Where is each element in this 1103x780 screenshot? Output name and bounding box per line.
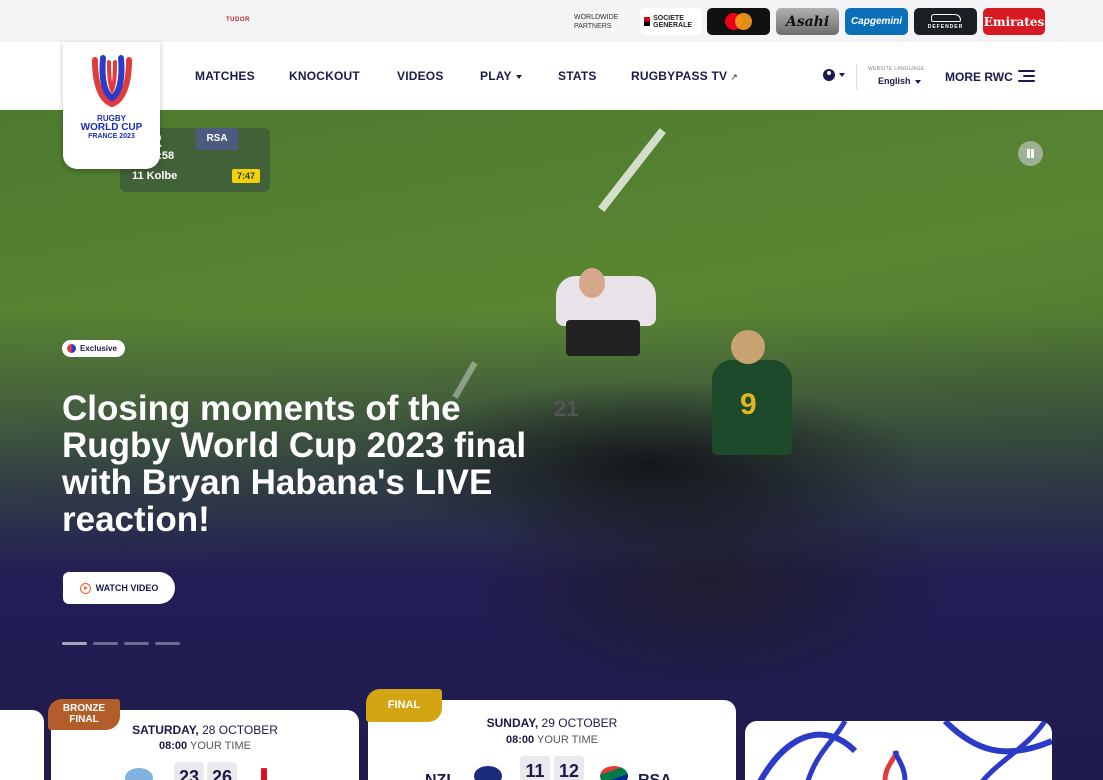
watch-video-button[interactable]: WATCH VIDEO	[63, 572, 175, 604]
match-time: 08:00 YOUR TIME	[159, 740, 251, 752]
chevron-down-icon	[839, 73, 845, 77]
match-date: SATURDAY, 28 OCTOBER	[132, 723, 278, 737]
societe-generale-logo[interactable]: SOCIETE GENERALE	[640, 8, 702, 35]
nav-rugbypass-tv[interactable]: RUGBYPASS TV ↗	[631, 69, 738, 83]
asahi-logo[interactable]: Asahi	[776, 8, 839, 35]
rwc-mini-logo-icon	[67, 344, 76, 353]
language-selector[interactable]: English	[878, 76, 921, 86]
emirates-logo[interactable]: Emirates	[983, 8, 1045, 35]
nav-matches[interactable]: MATCHES	[195, 69, 255, 83]
scorebug-clock: 7:47	[232, 169, 260, 183]
mastercard-logo[interactable]	[707, 8, 770, 35]
capgemini-logo[interactable]: Capgemini	[845, 8, 908, 35]
exclusive-badge: Exclusive	[62, 340, 125, 357]
car-icon	[930, 13, 961, 22]
rwc-pattern-graphic	[757, 721, 1052, 780]
external-link-icon: ↗	[730, 72, 738, 82]
jersey-number-nz: 21	[554, 396, 579, 421]
tudor-logo[interactable]: TUDOR	[226, 17, 250, 23]
carousel-indicators	[62, 642, 186, 645]
user-account-button[interactable]	[823, 69, 845, 81]
referee-shorts	[566, 320, 640, 356]
user-icon	[823, 69, 835, 81]
new-zealand-flag-icon	[474, 766, 502, 780]
south-africa-player-head	[731, 330, 765, 364]
scorebug-team: RSA	[196, 128, 238, 150]
match-card-previous[interactable]	[0, 710, 44, 780]
jersey-number-sa: 9	[740, 388, 757, 421]
score-away: 12	[554, 756, 584, 780]
carousel-dot[interactable]	[124, 642, 149, 645]
defender-logo[interactable]: DEFENDER	[914, 8, 977, 35]
nav-divider	[856, 64, 857, 90]
nav-stats[interactable]: STATS	[558, 69, 597, 83]
score-home: 23	[174, 762, 204, 780]
bronze-final-tag: BRONZE FINAL	[48, 699, 120, 730]
page: TUDOR WORLDWIDE PARTNERS SOCIETE GENERAL…	[0, 0, 1103, 780]
worldwide-partners-label: WORLDWIDE PARTNERS	[574, 14, 619, 30]
societe-generale-icon	[644, 17, 651, 26]
partner-bar: TUDOR WORLDWIDE PARTNERS SOCIETE GENERAL…	[0, 0, 1103, 42]
logo-line-3: FRANCE 2023	[88, 133, 135, 140]
final-tag: FINAL	[366, 689, 442, 722]
play-icon	[79, 582, 91, 594]
nav-knockout[interactable]: KNOCKOUT	[289, 69, 360, 83]
chevron-down-icon	[914, 79, 921, 84]
mastercard-orange-circle	[735, 13, 752, 30]
referee-head	[579, 268, 605, 298]
chevron-down-icon	[515, 74, 522, 79]
more-rwc-button[interactable]: MORE RWC	[945, 70, 1013, 84]
nav-videos[interactable]: VIDEOS	[397, 69, 444, 83]
scorebug-player: 11 Kolbe	[132, 170, 178, 182]
carousel-dot[interactable]	[155, 642, 180, 645]
language-label: WEBSITE LANGUAGE	[868, 66, 925, 72]
match-time: 08:00 YOUR TIME	[506, 734, 598, 746]
score-home: 11	[520, 756, 550, 780]
menu-icon[interactable]	[1018, 70, 1035, 82]
score-away: 26	[207, 762, 237, 780]
pause-button[interactable]	[1018, 141, 1043, 166]
rwc-logo[interactable]: RUGBY WORLD CUP FRANCE 2023	[63, 42, 160, 169]
nav-play[interactable]: PLAY	[480, 69, 522, 83]
carousel-dot[interactable]	[62, 642, 87, 645]
promo-card[interactable]	[745, 721, 1052, 780]
referee	[556, 276, 656, 326]
rwc-trophy-icon	[91, 55, 132, 108]
main-navbar: MATCHES KNOCKOUT VIDEOS PLAY STATS RUGBY…	[0, 42, 1103, 110]
team-away: RSA	[638, 772, 672, 780]
south-africa-flag-icon	[600, 766, 628, 780]
team-home: NZL	[425, 772, 456, 780]
carousel-dot[interactable]	[93, 642, 118, 645]
hero-headline: Closing moments of the Rugby World Cup 2…	[62, 389, 527, 539]
logo-line-2: WORLD CUP	[80, 122, 143, 133]
match-date: SUNDAY, 29 OCTOBER	[486, 716, 618, 730]
